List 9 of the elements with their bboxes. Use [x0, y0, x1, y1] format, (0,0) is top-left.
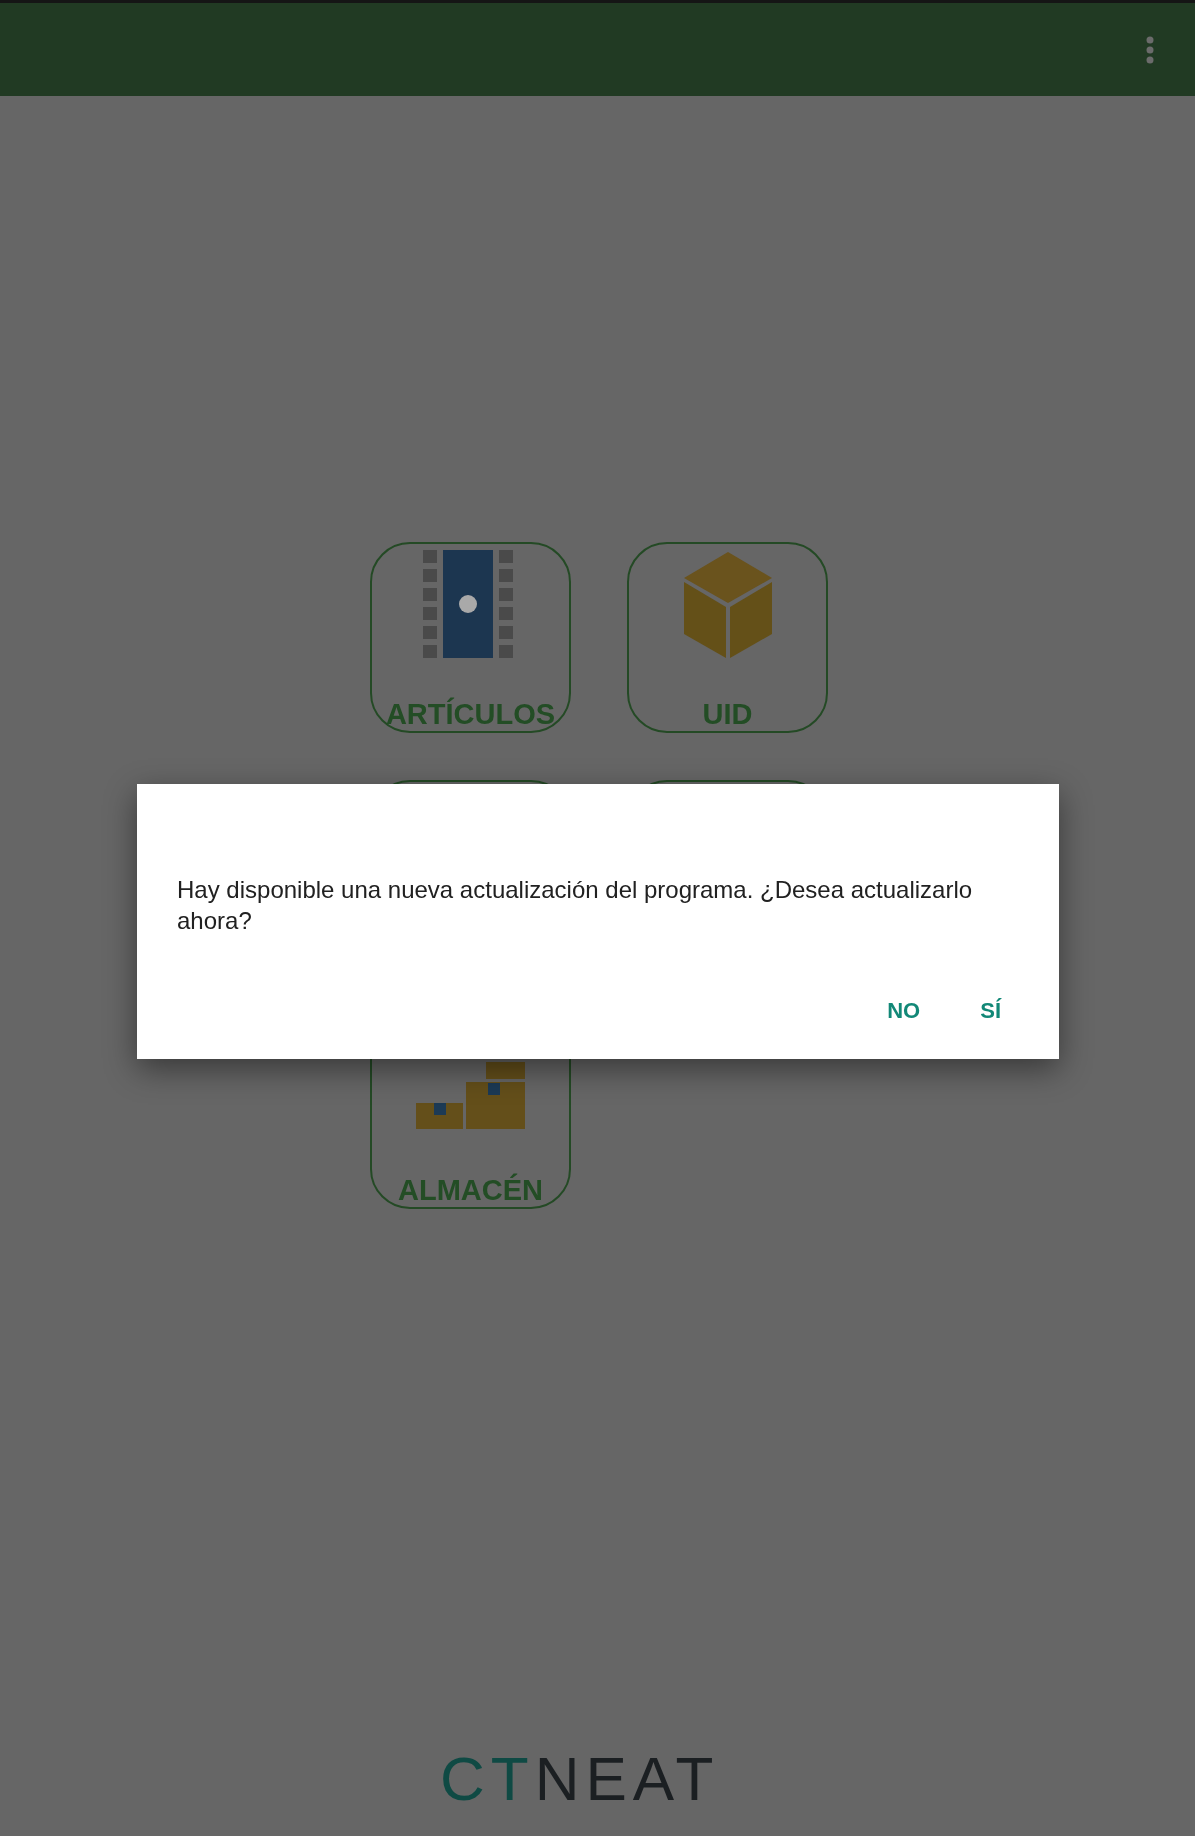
more-menu-icon[interactable]	[1145, 34, 1155, 65]
dialog-message: Hay disponible una nueva actualización del programa. ¿Desea actualizarlo ahora?	[177, 875, 974, 936]
ctneat-logo: CTNEAT	[440, 1748, 720, 1810]
boxes-icon	[415, 1062, 526, 1130]
tile-label: UID	[702, 700, 753, 729]
dialog-button[interactable]: SÍ	[970, 988, 1011, 1033]
dialog-button[interactable]: NO	[877, 988, 931, 1033]
menu-tile[interactable]: UID	[627, 542, 828, 733]
menu-tile[interactable]: ARTÍCULOS	[370, 542, 571, 733]
